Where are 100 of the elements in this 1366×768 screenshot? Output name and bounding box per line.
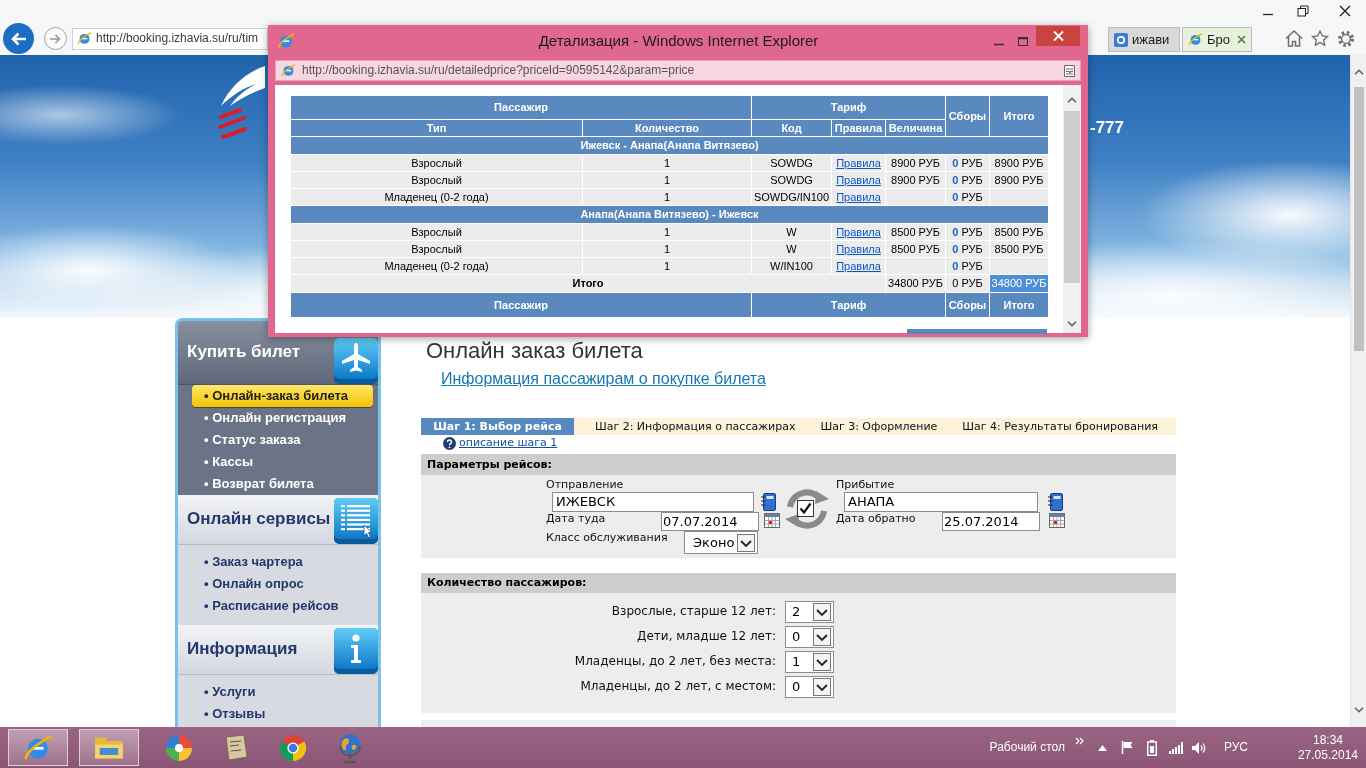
notebook-icon[interactable] bbox=[1048, 493, 1063, 511]
left-arrow-icon bbox=[10, 31, 27, 46]
desktop-toolbar-label[interactable]: Рабочий стол bbox=[989, 740, 1065, 755]
menu-item[interactable]: • Онлайн регистрация bbox=[178, 407, 378, 429]
menu-item[interactable]: • Расписание рейсов bbox=[178, 595, 378, 617]
menu-item[interactable]: • Онлайн опрос bbox=[178, 573, 378, 595]
class-select[interactable]: Эконо bbox=[684, 531, 758, 554]
rules-link[interactable]: Правила bbox=[836, 156, 881, 169]
step-indicator: Шаг 2: Информация о пассажирах bbox=[593, 419, 797, 435]
scroll-up-icon[interactable] bbox=[1353, 69, 1364, 75]
city-field[interactable]: ИЖЕВСК bbox=[552, 492, 754, 512]
count-select[interactable]: 2 bbox=[785, 600, 834, 623]
double-chevron-icon[interactable] bbox=[1074, 737, 1084, 745]
return-checkbox[interactable] bbox=[797, 500, 814, 517]
section-heading: Количество пассажиров: bbox=[421, 573, 1176, 593]
signal-bars-icon[interactable] bbox=[1168, 741, 1183, 754]
flag-icon[interactable] bbox=[1120, 741, 1133, 754]
browser-tab[interactable]: Бро bbox=[1182, 27, 1252, 52]
maximize-icon[interactable] bbox=[1018, 36, 1028, 46]
back-button[interactable] bbox=[3, 23, 34, 54]
language-indicator[interactable]: РУС bbox=[1223, 740, 1248, 755]
rules-link[interactable]: Правила bbox=[836, 242, 881, 255]
column-header: Тариф bbox=[751, 95, 946, 120]
calendar-icon[interactable] bbox=[764, 513, 780, 528]
scroll-thumb[interactable] bbox=[1064, 111, 1080, 283]
scroll-down-icon[interactable] bbox=[1353, 707, 1364, 713]
tray-arrow-icon[interactable] bbox=[1097, 744, 1107, 751]
scroll-up-icon[interactable] bbox=[1067, 97, 1077, 103]
browser-icon bbox=[1188, 32, 1203, 47]
clock-time[interactable]: 18:34 bbox=[1312, 732, 1343, 748]
close-icon bbox=[1052, 30, 1064, 41]
field-label: Отправление bbox=[546, 478, 625, 492]
info-link[interactable]: Информация пассажирам о покупке билета bbox=[441, 370, 766, 387]
menu-item[interactable]: • Онлайн-заказ билета bbox=[192, 385, 373, 407]
city-field[interactable]: АНАПА bbox=[844, 492, 1038, 512]
date-field[interactable]: 07.07.2014 bbox=[661, 512, 759, 531]
list-tile-icon[interactable] bbox=[334, 498, 378, 544]
count-select[interactable]: 0 bbox=[785, 625, 834, 648]
browser-tab[interactable]: ижави bbox=[1108, 27, 1180, 52]
scroll-down-icon[interactable] bbox=[1067, 321, 1077, 327]
battery-icon[interactable] bbox=[1146, 739, 1157, 756]
plane-tile-icon[interactable] bbox=[334, 338, 378, 384]
step-indicator: Шаг 4: Результаты бронирования bbox=[961, 419, 1159, 435]
field-label: Взрослые, старше 12 лет: bbox=[610, 604, 776, 619]
menu-item[interactable]: • Услуги bbox=[178, 681, 378, 703]
menu-item[interactable]: • Заказ чартера bbox=[178, 551, 378, 573]
date-field[interactable]: 25.07.2014 bbox=[942, 512, 1040, 531]
count-select[interactable]: 0 bbox=[785, 675, 834, 698]
close-icon[interactable] bbox=[1339, 5, 1351, 17]
menu-item[interactable]: • Кассы bbox=[178, 451, 378, 473]
taskbar-button[interactable] bbox=[8, 729, 68, 766]
column-header: Пассажир bbox=[290, 95, 752, 120]
color-wheel-icon[interactable] bbox=[164, 733, 193, 762]
address-bar[interactable]: http://booking.izhavia.su/ru/detailedprice?priceId=90595142&param=price bbox=[275, 60, 1081, 81]
section-title: Купить билет bbox=[187, 342, 301, 363]
close-button[interactable] bbox=[1036, 25, 1080, 46]
count-select[interactable]: 1 bbox=[785, 650, 834, 673]
scroll-thumb[interactable] bbox=[1353, 87, 1364, 351]
right-arrow-icon bbox=[50, 33, 61, 44]
help-link[interactable]: описание шага 1 bbox=[459, 436, 558, 450]
home-icon[interactable] bbox=[1285, 30, 1303, 47]
calendar-icon[interactable] bbox=[1049, 513, 1065, 528]
settings-icon[interactable] bbox=[1337, 29, 1355, 48]
field-label: Класс обслуживания bbox=[546, 531, 669, 545]
paper-sheet-icon[interactable] bbox=[222, 733, 249, 762]
field-label: Младенцы, до 2 лет, с местом: bbox=[579, 679, 776, 694]
popup-scrollbar[interactable] bbox=[1063, 85, 1081, 333]
speaker-icon[interactable] bbox=[1191, 741, 1206, 754]
page-scrollbar[interactable] bbox=[1350, 55, 1366, 727]
browser-icon bbox=[281, 63, 296, 78]
field-label: Дети, младше 12 лет: bbox=[636, 629, 776, 644]
rules-link[interactable]: Правила bbox=[836, 173, 881, 186]
address-bar[interactable]: http://booking.izhavia.su/ru/tim bbox=[72, 27, 268, 50]
rules-link[interactable]: Правила bbox=[836, 259, 881, 272]
restore-icon[interactable] bbox=[1297, 5, 1309, 17]
clock-date[interactable]: 27.05.2014 bbox=[1297, 747, 1358, 763]
info-tile-icon[interactable] bbox=[334, 628, 378, 674]
page-heading: Онлайн заказ билета bbox=[426, 338, 644, 364]
star-icon[interactable] bbox=[1311, 30, 1329, 47]
browser-icon bbox=[77, 31, 92, 46]
help-icon[interactable] bbox=[443, 436, 456, 450]
section-heading: Параметры рейсов: bbox=[421, 454, 1176, 475]
torn-page-icon[interactable] bbox=[1064, 64, 1075, 77]
phone-number-text: -777 bbox=[1089, 118, 1124, 138]
notebook-icon[interactable] bbox=[761, 493, 776, 511]
column-header: Пассажир bbox=[290, 292, 752, 318]
rules-link[interactable]: Правила bbox=[836, 190, 881, 203]
field-label: Дата обратно bbox=[836, 512, 917, 526]
step-indicator: Шаг 1: Выбор рейса bbox=[421, 418, 574, 435]
menu-item[interactable]: • Отзывы bbox=[178, 703, 378, 725]
field-label: Дата туда bbox=[546, 512, 607, 526]
taskbar-button[interactable] bbox=[79, 729, 139, 766]
menu-item[interactable]: • Возврат билета bbox=[178, 473, 378, 495]
column-header: Сборы bbox=[945, 95, 990, 137]
segmented-circle-icon[interactable] bbox=[278, 733, 307, 762]
browser-icon bbox=[277, 32, 295, 50]
step-indicator: Шаг 3: Оформление bbox=[819, 419, 939, 435]
globe-icon[interactable] bbox=[337, 732, 362, 763]
rules-link[interactable]: Правила bbox=[836, 225, 881, 238]
menu-item[interactable]: • Статус заказа bbox=[178, 429, 378, 451]
